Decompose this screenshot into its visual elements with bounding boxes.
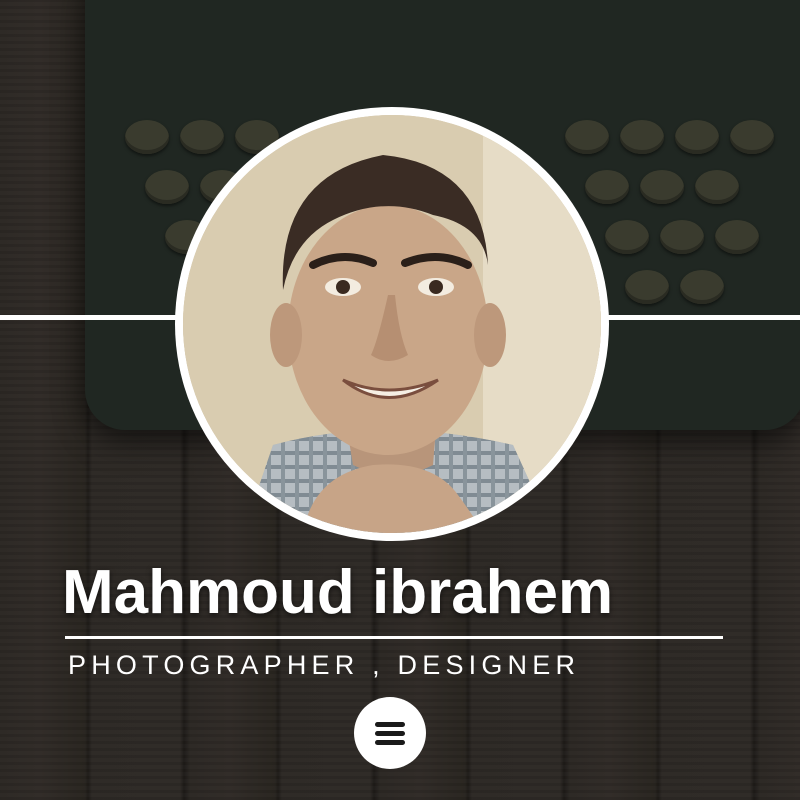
avatar [183, 115, 601, 533]
avatar-photo [183, 115, 601, 533]
hamburger-menu-icon [375, 722, 405, 745]
profile-name: Mahmoud ibrahem [62, 558, 614, 627]
divider-line-left [0, 315, 185, 320]
avatar-frame [175, 107, 609, 541]
menu-button[interactable] [354, 697, 426, 769]
divider-line-right [604, 315, 800, 320]
name-underline [65, 636, 723, 639]
profile-subtitle: PHOTOGRAPHER , DESIGNER [68, 650, 581, 680]
